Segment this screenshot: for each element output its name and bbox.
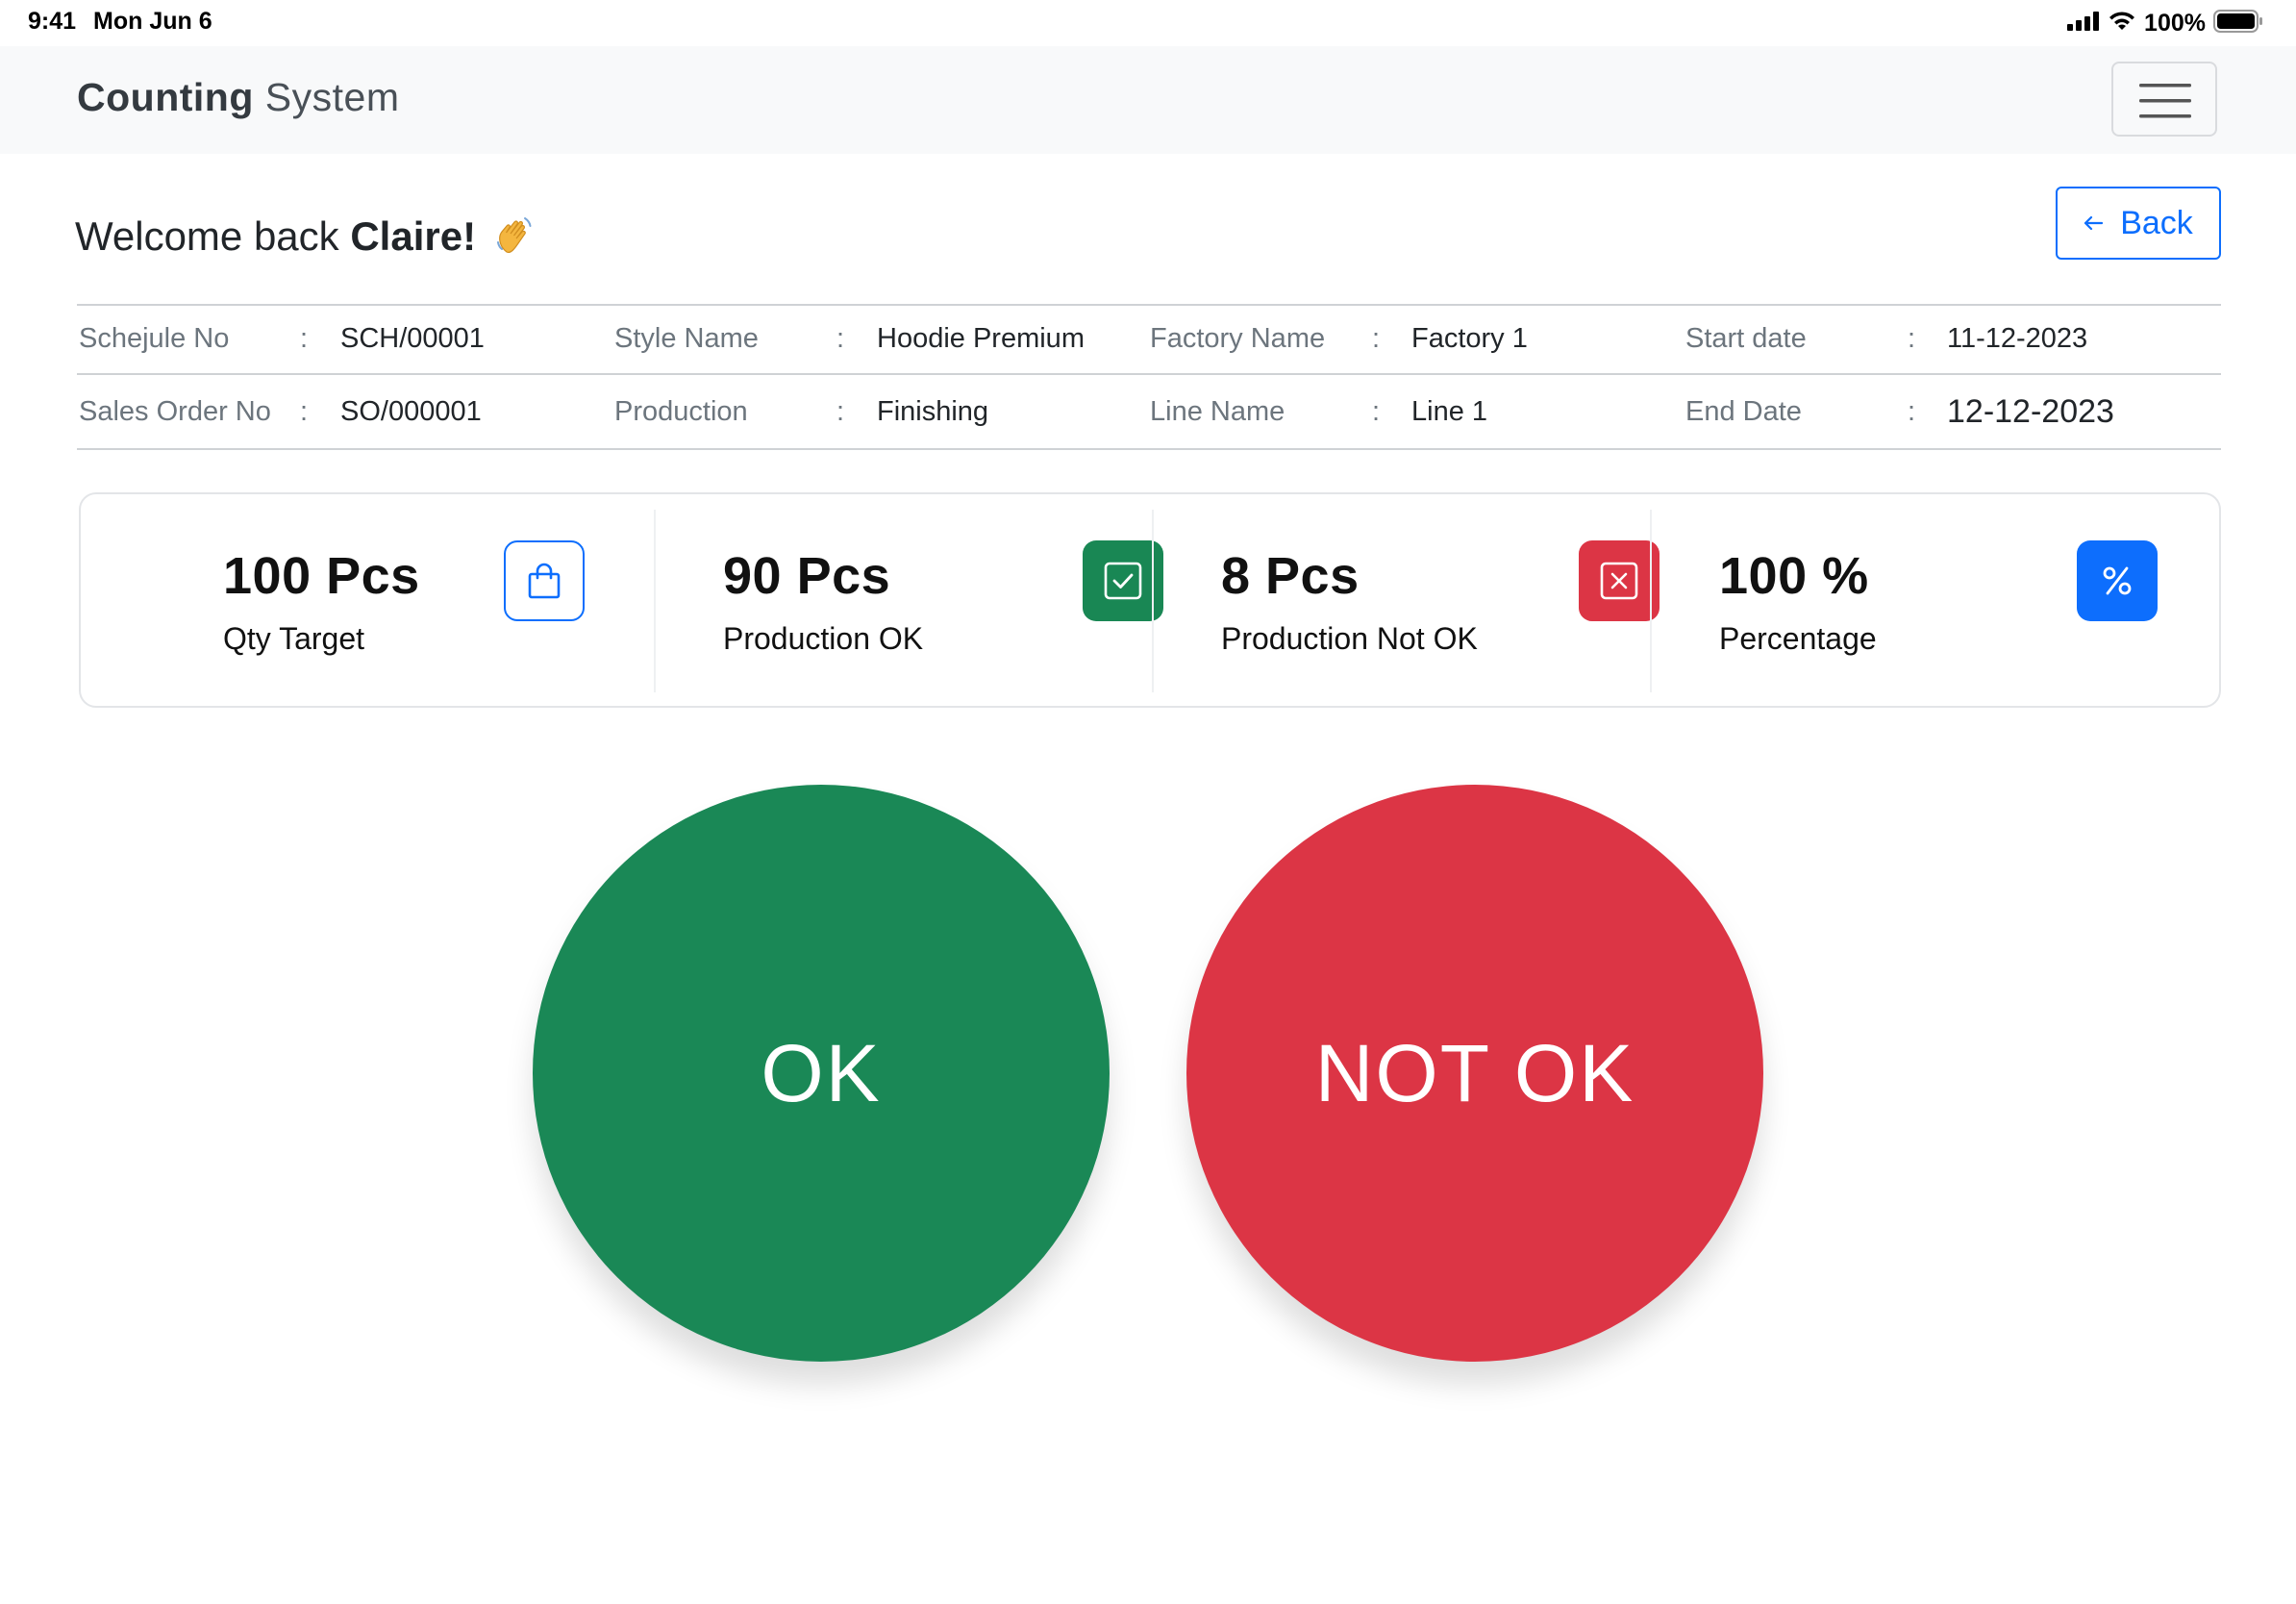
welcome-message: Welcome back Claire! xyxy=(75,213,536,265)
separator: : xyxy=(836,323,845,354)
back-button-label: Back xyxy=(2120,204,2193,241)
status-date: Mon Jun 6 xyxy=(93,8,212,35)
info-row: Sales Order No : SO/000001 Production : … xyxy=(77,373,2221,450)
style-name-label: Style Name xyxy=(614,323,759,354)
factory-name-label: Factory Name xyxy=(1150,323,1326,354)
status-time: 9:41 xyxy=(28,8,77,35)
line-name-value: Line 1 xyxy=(1411,396,1488,427)
battery-percentage: 100% xyxy=(2144,9,2206,37)
hamburger-menu-icon xyxy=(2139,84,2191,118)
shopping-bag-icon xyxy=(504,540,585,621)
stat-qty-target: 100 Pcs Qty Target xyxy=(81,494,585,706)
end-date-label: End Date xyxy=(1685,396,1802,427)
schedule-no-label: Schejule No xyxy=(79,323,230,354)
separator: : xyxy=(1908,396,1916,427)
schedule-no-value: SCH/00001 xyxy=(340,323,485,354)
ok-button-label: OK xyxy=(761,1027,882,1118)
separator: : xyxy=(1908,323,1916,354)
welcome-user-name: Claire! xyxy=(350,213,477,259)
not-ok-button-label: NOT OK xyxy=(1314,1027,1635,1118)
status-bar: 9:41 Mon Jun 6 100% xyxy=(0,0,2296,46)
stat-label: Qty Target xyxy=(223,621,365,656)
start-date-value: 11-12-2023 xyxy=(1947,323,2088,354)
brand-title[interactable]: Counting System xyxy=(77,75,400,120)
schedule-info-table: Schejule No : SCH/00001 Style Name : Hoo… xyxy=(77,304,2221,450)
menu-toggle-button[interactable] xyxy=(2111,62,2217,137)
wifi-icon xyxy=(2108,11,2136,37)
factory-name-value: Factory 1 xyxy=(1411,323,1528,354)
style-name-value: Hoodie Premium xyxy=(877,323,1085,354)
ok-button[interactable]: OK xyxy=(533,785,1110,1362)
status-indicators: 100% xyxy=(2067,7,2263,39)
stat-label: Percentage xyxy=(1719,621,1877,656)
waving-hand-icon xyxy=(493,213,536,265)
stat-production-ok: 90 Pcs Production OK xyxy=(579,494,1163,706)
stat-value: 90 Pcs xyxy=(723,547,891,605)
production-label: Production xyxy=(614,396,748,427)
production-value: Finishing xyxy=(877,396,989,427)
stat-value: 8 Pcs xyxy=(1221,547,1360,605)
start-date-label: Start date xyxy=(1685,323,1807,354)
end-date-value: 12-12-2023 xyxy=(1947,393,2114,430)
stat-label: Production OK xyxy=(723,621,924,656)
stat-value: 100 % xyxy=(1719,547,1869,605)
not-ok-button[interactable]: NOT OK xyxy=(1186,785,1763,1362)
sales-order-no-label: Sales Order No xyxy=(79,396,271,427)
stat-percentage: 100 % Percentage xyxy=(1575,494,2158,706)
line-name-label: Line Name xyxy=(1150,396,1285,427)
separator: : xyxy=(836,396,845,427)
separator: : xyxy=(300,396,309,427)
stat-production-not-ok: 8 Pcs Production Not OK xyxy=(1077,494,1660,706)
separator: : xyxy=(1372,396,1381,427)
cellular-signal-icon xyxy=(2067,11,2100,36)
arrow-left-icon xyxy=(2084,215,2104,231)
percent-icon xyxy=(2077,540,2158,621)
navbar: Counting System xyxy=(0,46,2296,154)
battery-icon xyxy=(2213,9,2263,38)
brand-title-light: System xyxy=(264,75,400,119)
stat-value: 100 Pcs xyxy=(223,547,420,605)
separator: : xyxy=(300,323,309,354)
welcome-prefix: Welcome back xyxy=(75,213,351,259)
separator: : xyxy=(1372,323,1381,354)
sales-order-no-value: SO/000001 xyxy=(340,396,482,427)
back-button[interactable]: Back xyxy=(2056,187,2221,260)
stat-label: Production Not OK xyxy=(1221,621,1478,656)
production-stats-card: 100 Pcs Qty Target 90 Pcs Production OK … xyxy=(79,492,2221,708)
info-row: Schejule No : SCH/00001 Style Name : Hoo… xyxy=(77,304,2221,373)
brand-title-bold: Counting xyxy=(77,75,254,119)
